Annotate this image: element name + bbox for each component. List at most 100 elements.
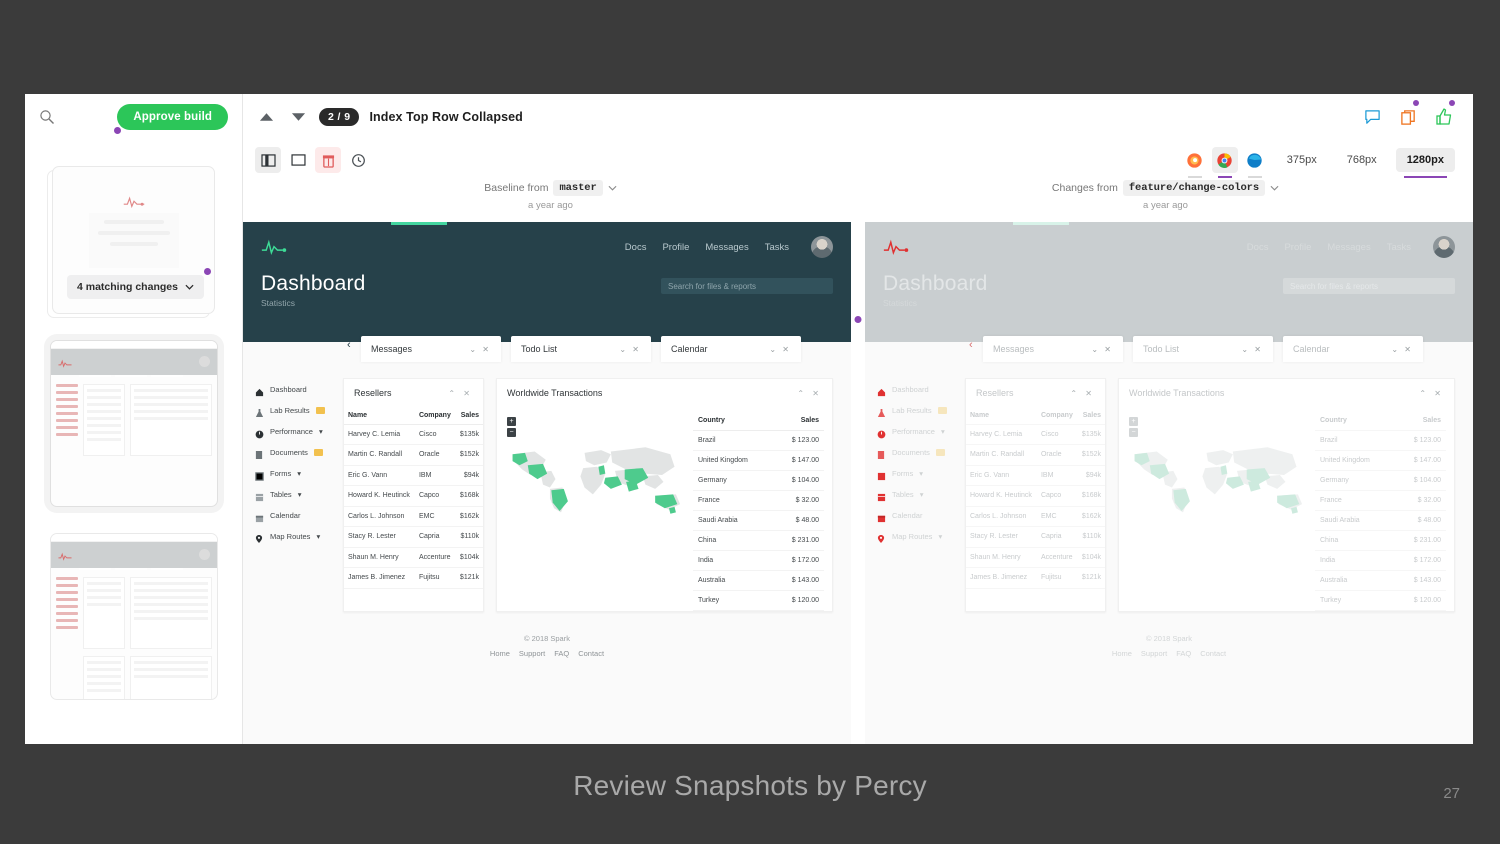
card-controls[interactable]: ⌃ ✕ — [448, 389, 473, 398]
card-controls[interactable]: ⌃ ✕ — [1070, 389, 1095, 398]
sidebar-item-map-routes[interactable]: Map Routes ▾ — [255, 531, 343, 543]
cell-sales: $104k — [1077, 547, 1105, 569]
footer-link-home[interactable]: Home — [490, 649, 510, 658]
map-zoom-in-icon[interactable]: + — [507, 417, 516, 426]
copy-icon[interactable] — [1397, 100, 1419, 128]
edge-icon[interactable] — [1242, 147, 1268, 178]
approve-build-button[interactable]: Approve build — [114, 104, 228, 134]
side-by-side-view-icon[interactable] — [255, 147, 281, 173]
sidebar-item-forms[interactable]: Forms ▾ — [255, 468, 343, 481]
hero-nav-tasks[interactable]: Tasks — [765, 242, 789, 253]
chrome-icon[interactable] — [1211, 147, 1238, 178]
comment-icon[interactable] — [1361, 106, 1383, 128]
hero-nav-messages[interactable]: Messages — [705, 242, 748, 253]
sidebar-badge — [935, 448, 945, 456]
baseline-branch-chip[interactable]: master — [553, 180, 603, 196]
sidebar-item-dashboard[interactable]: Dashboard — [877, 384, 965, 397]
viewport-width-768[interactable]: 768px — [1336, 148, 1388, 172]
hero-nav-tasks[interactable]: Tasks — [1387, 242, 1411, 253]
single-view-icon[interactable] — [285, 147, 311, 173]
history-icon[interactable] — [345, 147, 371, 173]
map-zoom-in-icon[interactable]: + — [1129, 417, 1138, 426]
cell-company: Capco — [414, 485, 456, 507]
sidebar-item-forms[interactable]: Forms ▾ — [877, 468, 965, 481]
sidebar-item-map-routes[interactable]: Map Routes ▾ — [877, 531, 965, 543]
hero-nav-profile[interactable]: Profile — [1284, 242, 1311, 253]
matching-changes-chip[interactable]: 4 matching changes — [67, 268, 211, 299]
world-map[interactable] — [507, 439, 687, 522]
footer-link-faq[interactable]: FAQ — [1176, 649, 1191, 658]
hero-nav-messages[interactable]: Messages — [1327, 242, 1370, 253]
thumbnail-group-1[interactable]: 4 matching changes — [42, 166, 225, 318]
search-input[interactable]: Search for files & reports — [661, 278, 833, 294]
chevron-down-icon[interactable] — [1270, 182, 1279, 194]
map-zoom-out-icon[interactable]: − — [1129, 428, 1138, 437]
cell-sales: $ 120.00 — [1395, 590, 1446, 611]
footer-link-support[interactable]: Support — [519, 649, 545, 658]
viewport-width-375[interactable]: 375px — [1276, 148, 1328, 172]
firefox-icon[interactable] — [1182, 147, 1208, 178]
table-row: Brazil $ 123.00 — [1315, 430, 1446, 451]
search-icon[interactable] — [39, 109, 55, 125]
sidebar-item-documents[interactable]: Documents — [255, 447, 343, 459]
hero-nav-docs[interactable]: Docs — [1247, 242, 1269, 253]
footer-link-contact[interactable]: Contact — [1200, 649, 1226, 658]
viewport-width-1280[interactable]: 1280px — [1395, 148, 1455, 178]
thumbnail-group-3[interactable] — [25, 533, 242, 700]
cell-name: Martin C. Randall — [966, 444, 1037, 466]
thumbnail-card[interactable] — [49, 533, 218, 700]
sidebar-item-tables[interactable]: Tables ▾ — [255, 489, 343, 502]
cell-country: China — [693, 530, 774, 551]
sidebar-item-calendar[interactable]: Calendar — [255, 510, 343, 523]
thumbnail-nav-strip — [55, 577, 78, 649]
diff-highlight-icon[interactable] — [315, 147, 341, 173]
thumbnail-nav-strip — [55, 384, 78, 456]
cell-country: Germany — [693, 470, 774, 491]
map-zoom-controls[interactable]: + − — [1129, 417, 1138, 439]
baseline-snapshot-pane[interactable]: Docs Profile Messages Tasks Dashboard St… — [243, 222, 851, 744]
thumbnail-group-2[interactable] — [25, 340, 242, 507]
changes-branch-chip[interactable]: feature/change-colors — [1122, 180, 1266, 196]
footer-link-faq[interactable]: FAQ — [554, 649, 569, 658]
map-zoom-controls[interactable]: + − — [507, 417, 516, 439]
cell-sales: $ 120.00 — [773, 590, 824, 611]
sidebar-item-performance[interactable]: Performance ▾ — [877, 426, 965, 439]
cell-sales: $168k — [455, 485, 483, 507]
table-row: James B. Jimenez Fujitsu $121k — [344, 567, 483, 589]
sidebar-item-performance[interactable]: Performance ▾ — [255, 426, 343, 439]
thumbnail-card[interactable]: 4 matching changes — [52, 166, 215, 314]
avatar[interactable] — [811, 236, 833, 258]
sidebar-item-tables[interactable]: Tables ▾ — [877, 489, 965, 502]
footer-link-home[interactable]: Home — [1112, 649, 1132, 658]
thumbnail-card[interactable] — [49, 340, 218, 507]
footer-link-support[interactable]: Support — [1141, 649, 1167, 658]
hero-nav-docs[interactable]: Docs — [625, 242, 647, 253]
previous-snapshot-icon[interactable] — [255, 106, 277, 128]
slide-caption: Review Snapshots by Percy — [573, 770, 927, 801]
card-controls[interactable]: ⌃ ✕ — [797, 389, 822, 398]
hero-nav-profile[interactable]: Profile — [662, 242, 689, 253]
card-controls[interactable]: ⌃ ✕ — [1419, 389, 1444, 398]
cell-company: Capria — [414, 526, 456, 548]
cell-company: IBM — [1036, 465, 1078, 487]
cell-sales: $121k — [455, 567, 483, 589]
chevron-down-icon[interactable] — [608, 182, 617, 194]
footer-link-contact[interactable]: Contact — [578, 649, 604, 658]
next-snapshot-icon[interactable] — [287, 106, 309, 128]
world-map[interactable] — [1129, 439, 1309, 522]
cell-sales: $110k — [455, 526, 483, 548]
search-input[interactable]: Search for files & reports — [1283, 278, 1455, 294]
sidebar-item-calendar[interactable]: Calendar — [877, 510, 965, 523]
sidebar-item-dashboard[interactable]: Dashboard — [255, 384, 343, 397]
hero-nav-links: Docs Profile Messages Tasks — [1247, 236, 1455, 258]
map-zoom-out-icon[interactable]: − — [507, 428, 516, 437]
sidebar-item-label: Lab Results — [270, 405, 310, 415]
avatar[interactable] — [1433, 236, 1455, 258]
sidebar-item-documents[interactable]: Documents — [877, 447, 965, 459]
thumbs-up-icon[interactable] — [1433, 100, 1455, 128]
changes-snapshot-pane[interactable]: Docs Profile Messages Tasks Dashboard St… — [865, 222, 1473, 744]
sidebar-item-lab-results[interactable]: Lab Results — [877, 405, 965, 418]
table-row: Turkey $ 120.00 — [693, 590, 824, 611]
sidebar-item-lab-results[interactable]: Lab Results — [255, 405, 343, 418]
cell-sales: $ 143.00 — [1395, 570, 1446, 591]
